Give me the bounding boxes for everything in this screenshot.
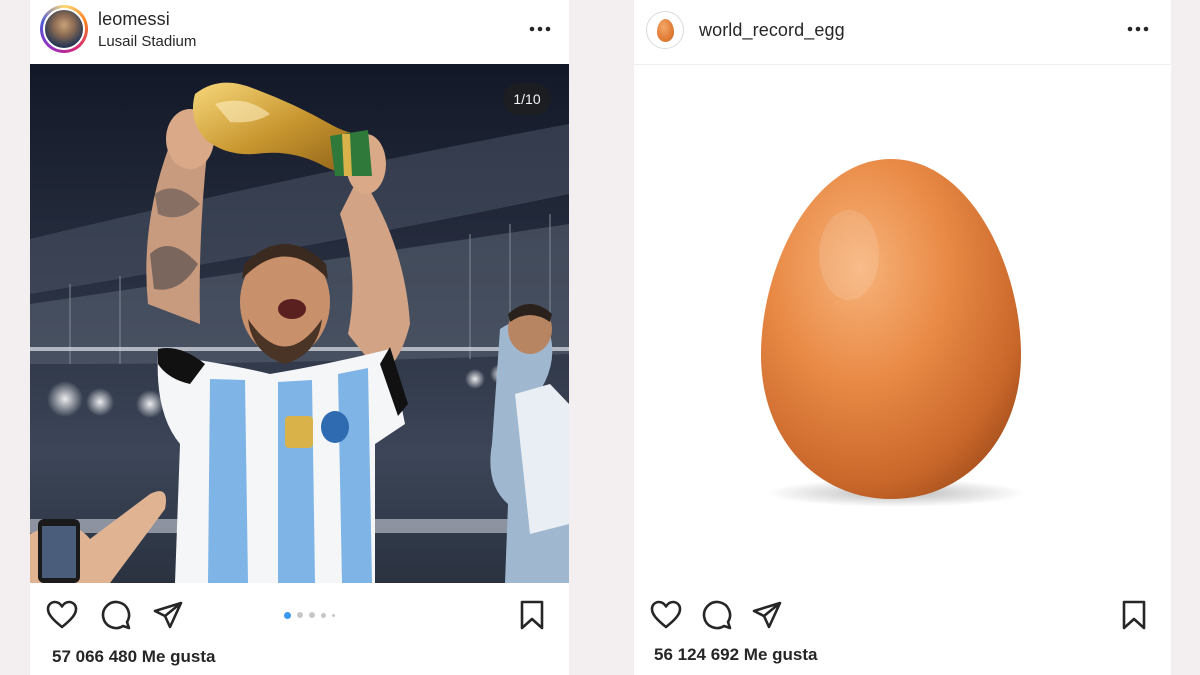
comment-icon[interactable]	[100, 600, 132, 630]
messi-trophy-photo	[30, 64, 569, 583]
avatar-image	[657, 19, 674, 42]
post-photo[interactable]: 1/10	[30, 64, 569, 583]
post-leomessi: leomessi Lusail Stadium 1/10 57 066 480 …	[30, 0, 569, 675]
more-icon[interactable]	[529, 26, 551, 32]
carousel-dot	[332, 613, 335, 617]
post-header: leomessi Lusail Stadium	[30, 0, 569, 64]
post-photo[interactable]	[634, 64, 1171, 583]
carousel-dot	[321, 612, 326, 618]
avatar[interactable]	[40, 5, 88, 53]
avatar-image	[43, 8, 85, 50]
bookmark-icon[interactable]	[516, 600, 548, 630]
avatar[interactable]	[646, 11, 684, 49]
media-counter: 1/10	[503, 83, 551, 115]
carousel-dot	[284, 611, 291, 619]
action-bar	[30, 590, 569, 640]
likes-count[interactable]: 57 066 480 Me gusta	[52, 647, 215, 667]
share-icon[interactable]	[152, 600, 184, 630]
carousel-dot	[309, 612, 315, 618]
post-world-record-egg: world_record_egg 56 124 692 Me gusta	[634, 0, 1171, 675]
share-icon[interactable]	[751, 600, 783, 630]
more-icon[interactable]	[1127, 26, 1149, 32]
likes-count[interactable]: 56 124 692 Me gusta	[654, 645, 817, 665]
brown-egg-photo	[634, 65, 1171, 583]
username[interactable]: world_record_egg	[699, 20, 845, 41]
post-header: world_record_egg	[634, 0, 1171, 64]
heart-icon[interactable]	[650, 600, 682, 630]
carousel-dot	[297, 612, 303, 618]
carousel-indicator	[284, 611, 335, 619]
username[interactable]: leomessi	[98, 9, 170, 30]
bookmark-icon[interactable]	[1118, 600, 1150, 630]
action-bar	[634, 590, 1171, 640]
location-link[interactable]: Lusail Stadium	[98, 33, 196, 50]
comment-icon[interactable]	[701, 600, 733, 630]
heart-icon[interactable]	[46, 600, 78, 630]
